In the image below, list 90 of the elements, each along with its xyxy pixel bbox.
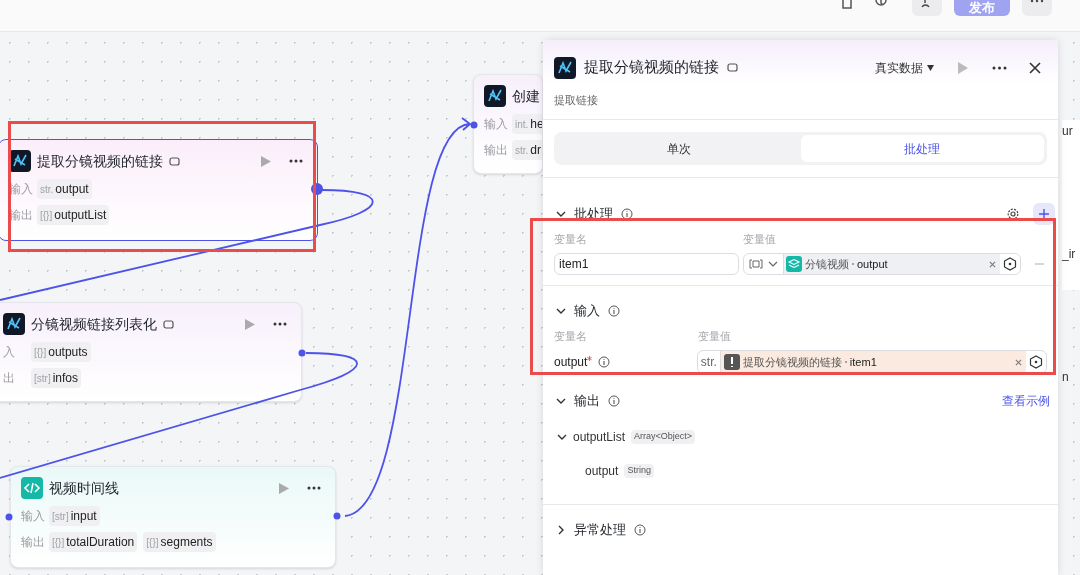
- port-label: 输出: [21, 534, 43, 551]
- mode-tab[interactable]: 批处理: [800, 135, 1044, 162]
- more-icon[interactable]: [289, 159, 303, 163]
- plugin-badge-icon: [727, 62, 738, 73]
- variable-name-field[interactable]: item1: [554, 253, 739, 275]
- node-card[interactable]: 视频时间线 输入 [str] input 输出 [{}] totalDuration [{}] segments: [10, 466, 336, 568]
- port-label: 输入: [484, 116, 506, 133]
- port-tag: str. output: [37, 179, 92, 199]
- output-field-name: output: [585, 463, 619, 480]
- reference-field: output: [857, 255, 986, 273]
- mode-tab[interactable]: 单次: [557, 135, 801, 162]
- plugin-badge-icon: [169, 155, 180, 167]
- array-type-icon: [749, 259, 763, 269]
- port-tag: str. dr: [512, 140, 542, 160]
- more-icon: [1030, 0, 1044, 4]
- node-text-fragment: ur: [1062, 123, 1074, 140]
- port-tag: [str] input: [49, 506, 100, 526]
- section-title: 输入: [574, 302, 600, 321]
- port-tag: [{}] outputList: [37, 205, 110, 225]
- panel-subtitle: 提取链接: [554, 94, 598, 106]
- data-source-dropdown[interactable]: 真实数据: [875, 58, 934, 77]
- port-tag: [{}] segments: [143, 532, 216, 552]
- settings-icon[interactable]: [1007, 208, 1019, 220]
- plugin-logo-icon: [554, 56, 576, 79]
- close-icon[interactable]: [1029, 61, 1041, 74]
- column-label: 变量值: [743, 232, 776, 247]
- info-icon: [598, 356, 611, 368]
- variable-picker-icon[interactable]: [1003, 257, 1017, 271]
- info-icon: [608, 395, 620, 407]
- column-label: 变量值: [698, 329, 731, 344]
- chevron-icon[interactable]: [556, 525, 566, 535]
- plugin-badge-icon: [163, 318, 174, 330]
- port-tag: [{}] totalDuration: [49, 532, 138, 552]
- chevron-icon[interactable]: [556, 306, 566, 316]
- port-label: 输入: [21, 508, 43, 525]
- port-dot[interactable]: [311, 183, 323, 195]
- port-label: 出: [3, 370, 16, 387]
- section-title: 输出: [574, 392, 600, 411]
- type-tag: String: [624, 464, 654, 478]
- column-label: 变量名: [554, 232, 588, 247]
- column-label: 变量名: [554, 329, 588, 344]
- parameter-name: output: [554, 354, 588, 371]
- code-icon: [21, 477, 43, 499]
- port-label: 入: [3, 344, 16, 361]
- port-dot[interactable]: [333, 512, 341, 520]
- more-icon[interactable]: [273, 322, 287, 326]
- info-icon: [608, 305, 620, 317]
- reference-source: 提取分镜视频的链接: [742, 354, 842, 370]
- port-tag: [str] infos: [31, 368, 82, 388]
- port-dot[interactable]: [5, 513, 13, 521]
- warning-icon: [723, 354, 740, 370]
- chevron-icon: [768, 260, 778, 268]
- panel-title: 提取分镜视频的链接: [584, 57, 719, 78]
- port-tag: [{}] outputs: [31, 342, 91, 362]
- clear-icon[interactable]: [989, 260, 996, 268]
- info-icon: [634, 524, 646, 536]
- variable-picker-icon[interactable]: [1029, 355, 1043, 369]
- more-icon[interactable]: [307, 486, 321, 490]
- caret-icon: [927, 64, 934, 71]
- plus-icon: [1039, 209, 1049, 219]
- parameter-value-field[interactable]: str. 提取分镜视频的链接 item1: [696, 350, 1047, 374]
- node-card[interactable]: 分镜视频链接列表化 入 [{}] outputs 出 [str] infos: [0, 302, 302, 402]
- more-icon[interactable]: [992, 65, 1007, 70]
- clear-icon[interactable]: [1015, 358, 1022, 366]
- node-text-fragment: n: [1062, 369, 1070, 386]
- chevron-icon[interactable]: [557, 432, 567, 442]
- layers-icon: [786, 256, 802, 272]
- more-button[interactable]: [1022, 0, 1052, 16]
- output-field-name: outputList: [573, 429, 626, 446]
- port-dot[interactable]: [470, 121, 478, 129]
- chevron-icon[interactable]: [556, 396, 566, 406]
- plugin-logo-icon: [3, 313, 25, 335]
- node-text-fragment: _ir: [1062, 246, 1077, 263]
- reference-field: item1: [849, 353, 1012, 371]
- port-dot[interactable]: [298, 349, 306, 357]
- reference-source: 分镜视频: [805, 256, 849, 272]
- type-tag: Array<Object>: [631, 430, 696, 444]
- node-title: 创建: [512, 86, 540, 106]
- node-title: 提取分镜视频的链接: [37, 151, 163, 171]
- section-title: 异常处理: [574, 521, 626, 540]
- port-label: 输出: [484, 142, 506, 159]
- node-title: 分镜视频链接列表化: [31, 314, 157, 334]
- variable-value-field[interactable]: 分镜视频 output: [743, 253, 1021, 275]
- people-button[interactable]: [912, 0, 942, 16]
- plugin-logo-icon: [484, 85, 506, 107]
- node-title: 视频时间线: [49, 478, 119, 498]
- info-icon: [621, 208, 633, 220]
- plugin-logo-icon: [9, 150, 31, 172]
- chevron-icon[interactable]: [556, 209, 566, 219]
- view-example-link[interactable]: 查看示例: [1002, 392, 1050, 410]
